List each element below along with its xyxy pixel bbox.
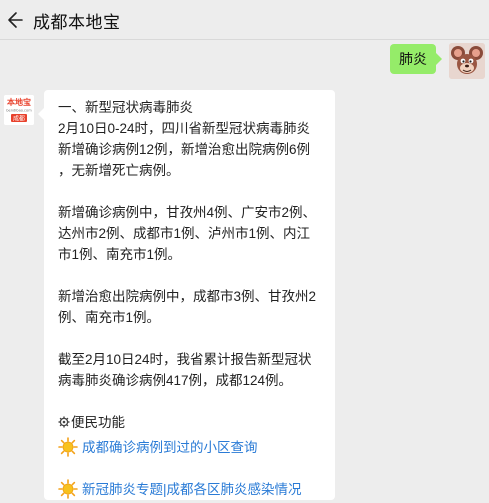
covid-topic-link[interactable]: 新冠肺炎专题 [82, 479, 163, 500]
bot-avatar-line2: bendibao.com [6, 109, 32, 113]
message-heading: 一、新型冠状病毒肺炎 [58, 100, 193, 115]
message-paragraph-2: 新增确诊病例中，甘孜州4例、广安市2例、 达州市2例、成都市1例、泸州市1例、内… [58, 205, 317, 262]
gear-icon [58, 416, 70, 428]
user-avatar[interactable] [449, 43, 485, 79]
link-row-1: 成都确诊病例到过的小区查询 [58, 433, 329, 461]
message-paragraph-4: 截至2月10日24时，我省累计报告新型冠状 病毒肺炎确诊病例417例，成都124… [58, 352, 312, 388]
bendibao-logo-icon: 本地宝 bendibao.com 成都 [4, 95, 34, 125]
district-infection-link[interactable]: 成都各区肺炎感染情况 [167, 479, 302, 500]
top-bar: 成都本地宝 [0, 0, 489, 40]
bot-avatar-line3: 成都 [13, 115, 25, 123]
sun-icon [58, 437, 78, 457]
message-paragraph-3: 新增治愈出院病例中，成都市3例、甘孜州2 例、南充市1例。 [58, 289, 317, 325]
bot-avatar[interactable]: 本地宝 bendibao.com 成都 [4, 95, 34, 125]
outgoing-message[interactable]: 肺炎 [390, 44, 436, 74]
service-title-label: 便民功能 [71, 415, 125, 430]
back-arrow-icon[interactable] [4, 10, 24, 30]
sun-icon [58, 479, 78, 499]
bot-avatar-line1: 本地宝 [6, 97, 31, 107]
link-row-2: 新冠肺炎专题 | 成都各区肺炎感染情况 [58, 475, 329, 503]
message-paragraph-1: 2月10日0-24时，四川省新型冠状病毒肺炎 新增确诊病例12例，新增治愈出院病… [58, 121, 311, 178]
page-title: 成都本地宝 [33, 13, 121, 32]
incoming-message: 一、新型冠状病毒肺炎 2月10日0-24时，四川省新型冠状病毒肺炎 新增确诊病例… [44, 90, 335, 500]
service-title: 便民功能 [58, 412, 329, 433]
covid-community-query-link[interactable]: 成都确诊病例到过的小区查询 [82, 437, 258, 458]
cartoon-mouse-avatar-icon [449, 43, 485, 79]
outgoing-bubble-tail [436, 53, 442, 65]
